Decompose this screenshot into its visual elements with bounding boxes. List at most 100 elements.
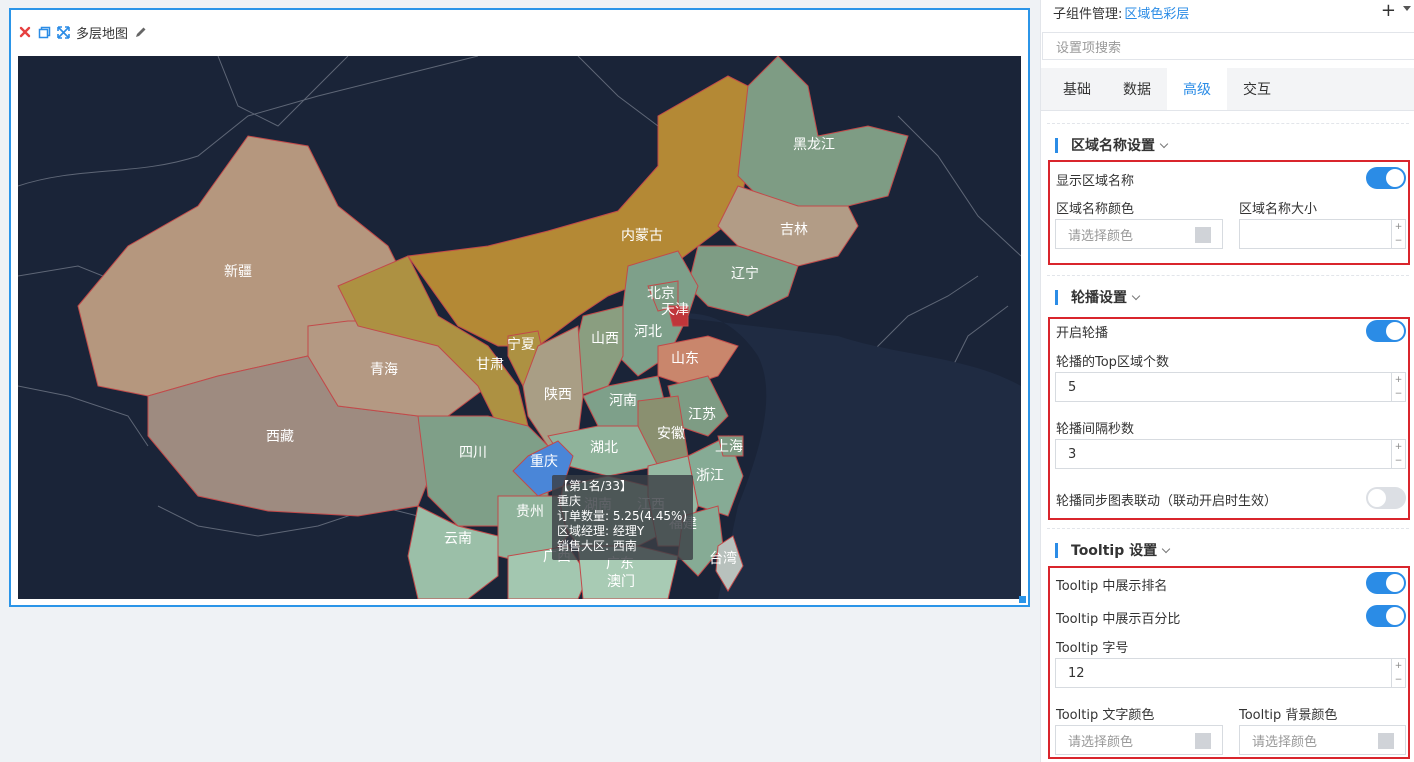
- color-swatch: [1195, 227, 1211, 243]
- chevron-down-icon[interactable]: [1403, 6, 1411, 11]
- tooltip-text-color-picker[interactable]: 请选择颜色: [1055, 725, 1223, 755]
- region-label-gansu: 甘肃: [476, 357, 504, 373]
- tooltip-group: Tooltip 中展示排名 Tooltip 中展示百分比 Tooltip 字号 …: [1048, 566, 1410, 759]
- section-bar: [1055, 289, 1058, 305]
- toggle-knob: [1368, 489, 1386, 507]
- carousel-top-value: 5: [1068, 379, 1077, 395]
- region-label-jilin: 吉林: [780, 222, 808, 238]
- region-label-ningxia: 宁夏: [507, 336, 535, 353]
- china-map[interactable]: 新疆 西藏 青海 甘肃 内蒙古 黑龙江 吉林 辽宁 北京 天津 河北 山西 山东…: [18, 56, 1021, 599]
- region-label-tianjin: 天津: [661, 302, 689, 318]
- top-stepper[interactable]: + −: [1391, 373, 1405, 401]
- toggle-knob: [1386, 169, 1404, 187]
- region-label-shanghai: 上海: [715, 439, 743, 455]
- tooltip-rank-label: Tooltip 中展示排名: [1056, 579, 1168, 594]
- decrement-icon[interactable]: −: [1392, 673, 1405, 687]
- tooltip-font-label: Tooltip 字号: [1056, 641, 1129, 656]
- resize-handle[interactable]: [1019, 596, 1026, 603]
- carousel-sync-label: 轮播同步图表联动（联动开启时生效）: [1056, 494, 1278, 509]
- show-region-name-label: 显示区域名称: [1056, 174, 1135, 189]
- region-label-guizhou: 贵州: [516, 504, 544, 520]
- widget-title: 多层地图: [76, 26, 129, 42]
- section-title-text: Tooltip 设置: [1071, 543, 1158, 559]
- tooltip-bg-color-picker[interactable]: 请选择颜色: [1239, 725, 1406, 755]
- tooltip-text-color-label: Tooltip 文字颜色: [1056, 708, 1155, 723]
- color-placeholder: 请选择颜色: [1252, 734, 1318, 750]
- region-label-neimenggu: 内蒙古: [621, 228, 663, 244]
- region-name-size-label: 区域名称大小: [1239, 202, 1318, 217]
- section-region-name[interactable]: 区域名称设置: [1055, 135, 1169, 155]
- increment-icon[interactable]: +: [1392, 220, 1405, 234]
- font-stepper[interactable]: + −: [1391, 659, 1405, 687]
- increment-icon[interactable]: +: [1392, 373, 1405, 387]
- carousel-interval-label: 轮播间隔秒数: [1056, 422, 1135, 437]
- region-name-color-picker[interactable]: 请选择颜色: [1055, 219, 1223, 249]
- enable-carousel-toggle[interactable]: [1366, 320, 1406, 342]
- tooltip-font-input[interactable]: 12 + −: [1055, 658, 1406, 688]
- decrement-icon[interactable]: −: [1392, 387, 1405, 401]
- settings-tabs: 基础 数据 高级 交互: [1041, 67, 1414, 111]
- close-icon[interactable]: [16, 23, 34, 41]
- decrement-icon[interactable]: −: [1392, 454, 1405, 468]
- tab-basic[interactable]: 基础: [1047, 67, 1107, 110]
- increment-icon[interactable]: +: [1392, 659, 1405, 673]
- region-label-zhejiang: 浙江: [696, 468, 724, 484]
- section-title-text: 区域名称设置: [1071, 138, 1155, 154]
- decrement-icon[interactable]: −: [1392, 234, 1405, 248]
- chevron-down-icon: [1161, 544, 1171, 553]
- settings-panel: 子组件管理: 区域色彩层 + 设置项搜索 基础 数据 高级 交互 区域名称设置 …: [1040, 0, 1414, 762]
- tab-advanced[interactable]: 高级: [1167, 67, 1227, 110]
- toggle-knob: [1386, 574, 1404, 592]
- tooltip-bg-color-label: Tooltip 背景颜色: [1239, 708, 1338, 723]
- carousel-sync-toggle[interactable]: [1366, 487, 1406, 509]
- map-tooltip: 【第1名/33】 重庆 订单数量: 5.25(4.45%) 区域经理: 经理Y …: [552, 475, 693, 560]
- subcomponent-link[interactable]: 区域色彩层: [1124, 3, 1189, 22]
- region-label-jiangsu: 江苏: [688, 407, 716, 423]
- section-title-text: 轮播设置: [1071, 290, 1127, 306]
- region-label-chongqing: 重庆: [530, 454, 558, 470]
- tab-data[interactable]: 数据: [1107, 67, 1167, 110]
- carousel-top-input[interactable]: 5 + −: [1055, 372, 1406, 402]
- map-widget[interactable]: 多层地图 新疆 西藏 青海 甘肃 内蒙古 黑龙江 吉林 辽宁 北京 天津 河北 …: [9, 8, 1030, 607]
- region-label-xinjiang: 新疆: [224, 264, 252, 280]
- show-region-name-toggle[interactable]: [1366, 167, 1406, 189]
- tooltip-region: 重庆: [557, 494, 582, 508]
- color-placeholder: 请选择颜色: [1068, 228, 1134, 244]
- chevron-down-icon: [1159, 139, 1169, 148]
- edit-icon[interactable]: [131, 23, 149, 41]
- size-stepper[interactable]: + −: [1391, 220, 1405, 248]
- chevron-down-icon: [1131, 291, 1141, 300]
- subcomponent-label: 子组件管理:: [1053, 6, 1123, 22]
- section-carousel[interactable]: 轮播设置: [1055, 287, 1141, 307]
- widget-toolbar: 多层地图: [16, 22, 150, 42]
- copy-icon[interactable]: [35, 23, 53, 41]
- tab-interaction[interactable]: 交互: [1227, 67, 1287, 110]
- tooltip-orders: 订单数量: 5.25(4.45%): [557, 509, 688, 523]
- search-placeholder: 设置项搜索: [1056, 40, 1122, 56]
- region-label-shaanxi: 陕西: [544, 387, 572, 403]
- increment-icon[interactable]: +: [1392, 440, 1405, 454]
- add-icon[interactable]: +: [1381, 0, 1396, 22]
- interval-stepper[interactable]: + −: [1391, 440, 1405, 468]
- region-label-sichuan: 四川: [459, 445, 487, 461]
- panel-header: 子组件管理: 区域色彩层 +: [1041, 0, 1414, 24]
- region-label-taiwan: 台湾: [709, 550, 737, 567]
- region-name-group: 显示区域名称 区域名称颜色 区域名称大小 请选择颜色 + −: [1048, 160, 1410, 265]
- china-map-svg: 新疆 西藏 青海 甘肃 内蒙古 黑龙江 吉林 辽宁 北京 天津 河北 山西 山东…: [18, 56, 1021, 599]
- fullscreen-icon[interactable]: [54, 23, 72, 41]
- tooltip-percent-toggle[interactable]: [1366, 605, 1406, 627]
- carousel-top-label: 轮播的Top区域个数: [1056, 355, 1169, 370]
- region-label-aomen: 澳门: [607, 574, 635, 590]
- tooltip-rank-toggle[interactable]: [1366, 572, 1406, 594]
- color-swatch: [1378, 733, 1394, 749]
- carousel-interval-input[interactable]: 3 + −: [1055, 439, 1406, 469]
- region-name-size-input[interactable]: + −: [1239, 219, 1406, 249]
- region-label-shandong: 山东: [671, 351, 699, 367]
- tooltip-font-value: 12: [1068, 665, 1085, 681]
- settings-search-input[interactable]: 设置项搜索: [1042, 32, 1414, 60]
- region-name-color-label: 区域名称颜色: [1056, 202, 1135, 217]
- carousel-interval-value: 3: [1068, 446, 1077, 462]
- region-label-anhui: 安徽: [657, 426, 685, 442]
- region-label-yunnan: 云南: [444, 531, 472, 547]
- section-tooltip[interactable]: Tooltip 设置: [1055, 540, 1171, 560]
